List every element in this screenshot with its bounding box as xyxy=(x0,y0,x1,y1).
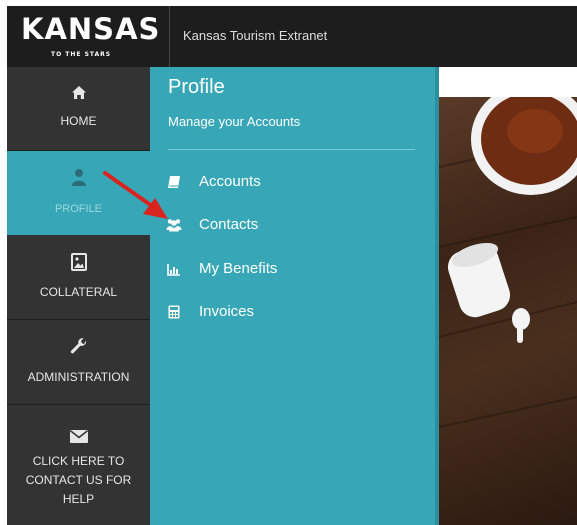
sidebar-item-contact-help[interactable]: CLICK HERE TO CONTACT US FOR HELP xyxy=(7,405,150,525)
profile-submenu-panel: Profile Manage your Accounts Accounts Co… xyxy=(150,67,435,525)
submenu-item-label: Accounts xyxy=(199,173,261,190)
submenu-item-my-benefits[interactable]: My Benefits xyxy=(166,257,366,281)
submenu-item-accounts[interactable]: Accounts xyxy=(166,170,366,194)
submenu-item-contacts[interactable]: Contacts xyxy=(166,213,366,237)
calculator-icon xyxy=(166,304,182,320)
site-title: Kansas Tourism Extranet xyxy=(183,28,328,43)
logo-wordmark: KANSAS xyxy=(21,12,161,46)
users-icon xyxy=(166,217,182,233)
sidebar-item-label: COLLATERAL xyxy=(39,285,118,299)
home-icon xyxy=(7,85,150,100)
image-file-icon xyxy=(7,253,150,271)
submenu-item-invoices[interactable]: Invoices xyxy=(166,300,366,324)
sidebar-item-home[interactable]: HOME xyxy=(7,67,150,151)
kansas-logo[interactable]: KANSAS TO THE STARS xyxy=(7,6,159,67)
sidebar-item-label: HOME xyxy=(60,114,97,128)
sidebar-item-label: ADMINISTRATION xyxy=(27,370,130,384)
envelope-icon xyxy=(7,429,150,444)
content-top-area xyxy=(439,67,577,97)
submenu-item-label: Contacts xyxy=(199,216,259,233)
header-divider xyxy=(169,6,170,67)
panel-subtitle: Manage your Accounts xyxy=(168,114,301,129)
submenu-item-label: My Benefits xyxy=(199,260,278,277)
book-icon xyxy=(166,174,182,190)
bar-chart-icon xyxy=(166,261,182,277)
top-header: KANSAS TO THE STARS Kansas Tourism Extra… xyxy=(7,6,577,67)
sidebar-item-collateral[interactable]: COLLATERAL xyxy=(7,235,150,320)
panel-divider xyxy=(168,149,415,150)
coffee-earbuds-image xyxy=(439,97,577,428)
sidebar-item-label: CLICK HERE TO CONTACT US FOR HELP xyxy=(25,454,132,506)
sidebar-item-label: PROFILE xyxy=(54,203,103,215)
user-icon xyxy=(7,168,150,186)
submenu-item-label: Invoices xyxy=(199,303,255,320)
logo-tagline: TO THE STARS xyxy=(51,51,112,58)
main-sidebar: HOME PROFILE COLLATERAL ADMINISTRATION C… xyxy=(7,67,150,525)
hero-photo xyxy=(439,97,577,525)
wrench-icon xyxy=(7,337,150,355)
panel-title: Profile xyxy=(168,76,225,98)
sidebar-item-profile[interactable]: PROFILE xyxy=(7,151,150,235)
sidebar-item-administration[interactable]: ADMINISTRATION xyxy=(7,320,150,405)
